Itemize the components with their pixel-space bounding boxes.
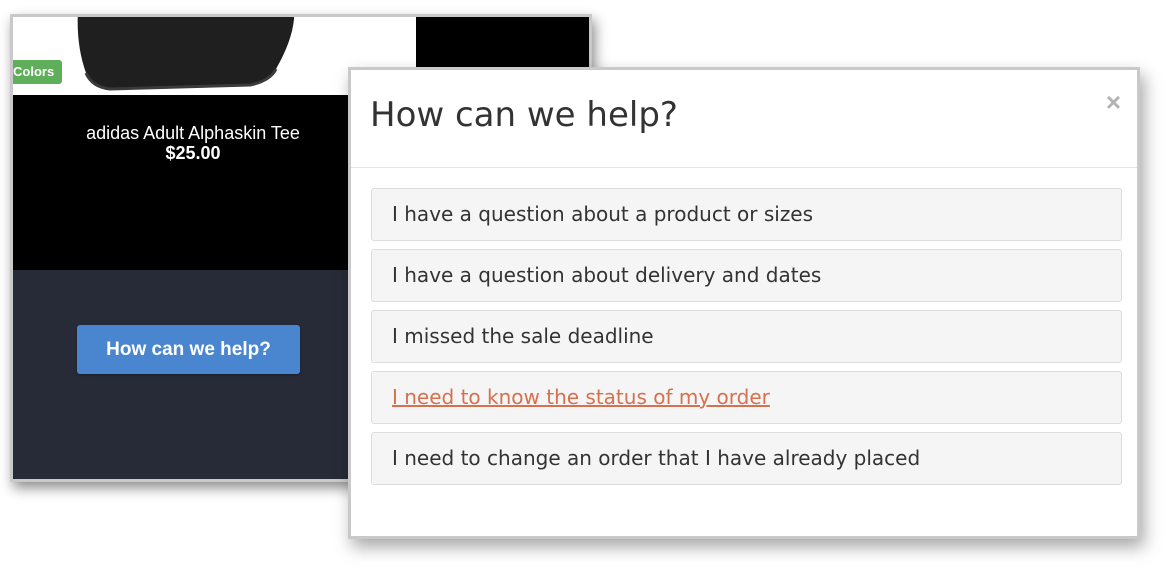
- help-options-list: I have a question about a product or siz…: [371, 188, 1122, 493]
- close-icon[interactable]: ×: [1106, 88, 1121, 116]
- how-can-we-help-button[interactable]: How can we help?: [77, 325, 300, 374]
- modal-header: How can we help? ×: [351, 70, 1137, 168]
- colors-badge: Colors: [13, 60, 63, 84]
- product-price: $25.00: [165, 143, 221, 163]
- option-product-sizes[interactable]: I have a question about a product or siz…: [371, 188, 1122, 241]
- option-missed-deadline[interactable]: I missed the sale deadline: [371, 310, 1122, 363]
- product-name: adidas Adult Alphaskin Tee: [86, 123, 300, 143]
- product-shirt-image[interactable]: [70, 14, 302, 91]
- modal-title: How can we help?: [370, 95, 678, 135]
- help-modal: How can we help? × I have a question abo…: [348, 67, 1140, 539]
- option-order-status[interactable]: I need to know the status of my order: [371, 371, 1122, 424]
- option-delivery-dates[interactable]: I have a question about delivery and dat…: [371, 249, 1122, 302]
- option-change-order[interactable]: I need to change an order that I have al…: [371, 432, 1122, 485]
